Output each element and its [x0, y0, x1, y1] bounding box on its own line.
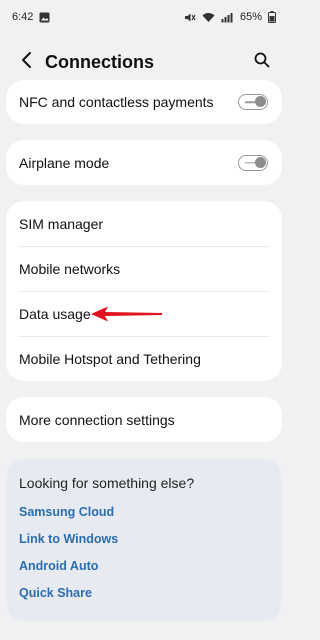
toggle-track-line	[245, 161, 255, 164]
hotspot-row[interactable]: Mobile Hotspot and Tethering	[6, 336, 282, 381]
more-card: More connection settings	[6, 397, 282, 442]
nfc-label: NFC and contactless payments	[19, 94, 214, 110]
airplane-row[interactable]: Airplane mode	[6, 140, 282, 185]
data-usage-label: Data usage	[19, 305, 91, 322]
link-android-auto[interactable]: Android Auto	[19, 559, 269, 586]
toggle-track-line	[245, 101, 255, 103]
mute-icon	[184, 12, 196, 23]
link-link-to-windows[interactable]: Link to Windows	[19, 532, 269, 559]
status-time: 6:42	[12, 11, 34, 23]
status-bar: 6:42 65%	[0, 0, 288, 34]
battery-icon	[268, 11, 276, 23]
nfc-card: NFC and contactless payments	[6, 80, 282, 124]
status-right: 65%	[184, 11, 276, 23]
mobile-networks-label: Mobile networks	[19, 260, 121, 277]
nfc-toggle[interactable]	[238, 94, 268, 110]
link-samsung-cloud[interactable]: Samsung Cloud	[19, 505, 269, 532]
gallery-notification-icon	[39, 12, 50, 23]
network-card: SIM manager Mobile networks Data usage M…	[6, 201, 282, 381]
airplane-card: Airplane mode	[6, 140, 282, 185]
chevron-left-icon	[20, 51, 32, 74]
annotation-arrow-icon	[91, 306, 162, 322]
battery-percent: 65%	[239, 11, 262, 23]
sim-manager-label: SIM manager	[19, 215, 104, 232]
airplane-toggle[interactable]	[238, 154, 268, 171]
more-settings-row[interactable]: More connection settings	[6, 397, 282, 442]
status-left: 6:42	[12, 11, 50, 23]
toggle-knob	[255, 156, 266, 168]
back-button[interactable]	[14, 50, 38, 74]
mobile-networks-row[interactable]: Mobile networks	[6, 246, 282, 291]
signal-icon	[221, 12, 234, 23]
suggestions-card: Looking for something else? Samsung Clou…	[6, 459, 282, 621]
hotspot-label: Mobile Hotspot and Tethering	[19, 350, 201, 367]
app-bar: Connections	[0, 44, 288, 80]
sim-manager-row[interactable]: SIM manager	[6, 201, 282, 246]
link-quick-share[interactable]: Quick Share	[19, 586, 269, 613]
search-button[interactable]	[250, 50, 274, 74]
nfc-row[interactable]: NFC and contactless payments	[6, 80, 282, 124]
suggestions-title: Looking for something else?	[19, 475, 195, 491]
wifi-icon	[202, 12, 215, 23]
toggle-knob	[255, 96, 266, 107]
page-title: Connections	[45, 52, 155, 72]
more-settings-label: More connection settings	[19, 411, 175, 428]
airplane-label: Airplane mode	[19, 154, 110, 171]
search-icon	[254, 52, 270, 73]
